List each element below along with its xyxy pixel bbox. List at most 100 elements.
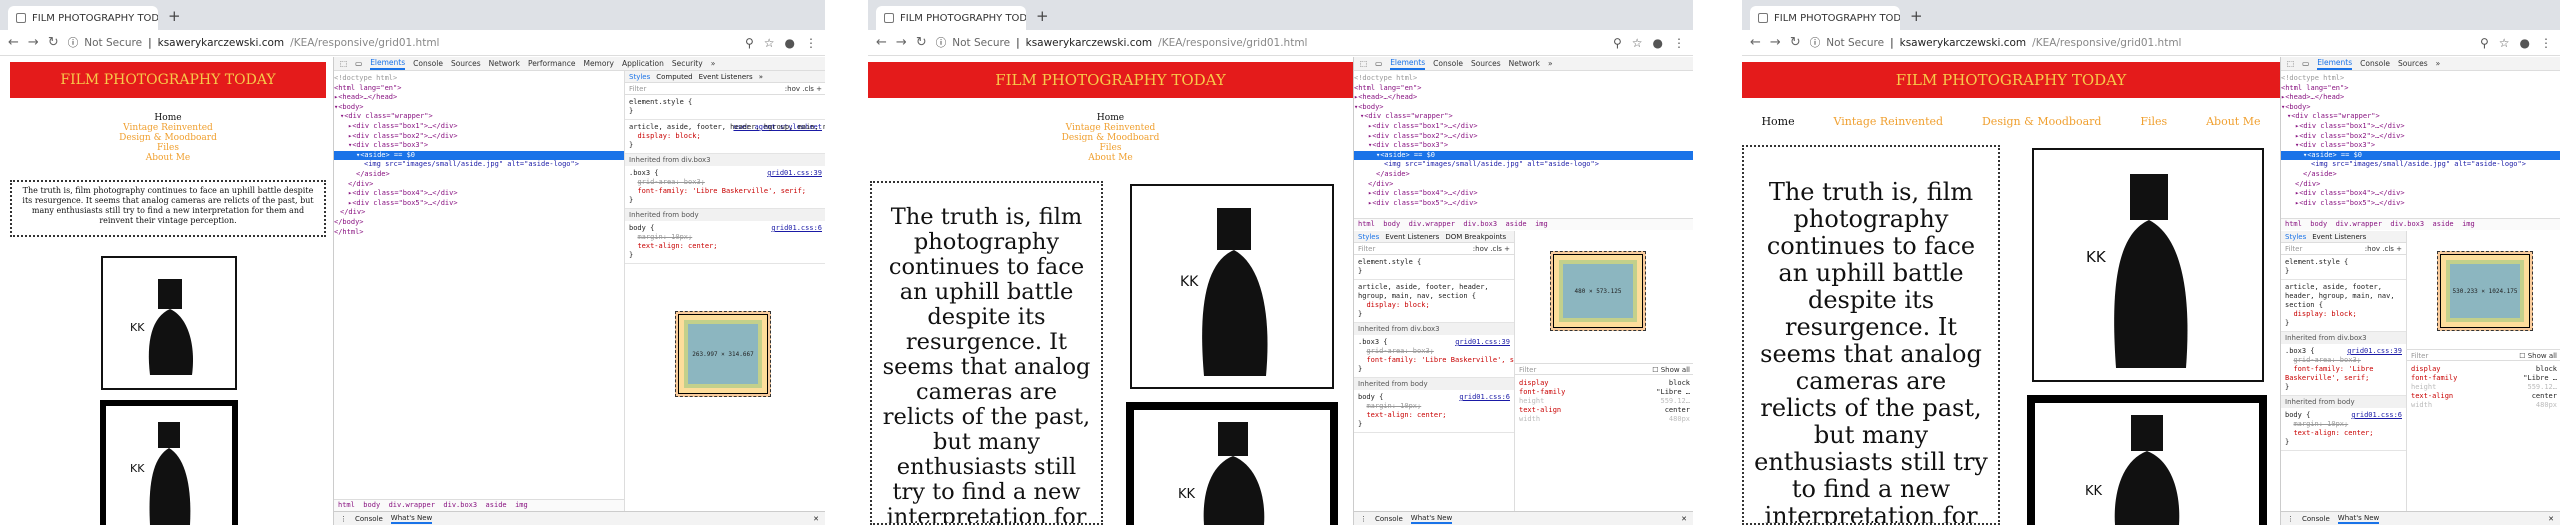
nav-home[interactable]: Home bbox=[10, 113, 326, 123]
dom-line[interactable]: ▸<div class="box2">…</div> bbox=[1354, 132, 1693, 142]
rule-box3[interactable]: grid01.css:39 .box3 { grid-area: box3; fo… bbox=[1354, 335, 1514, 378]
tab-styles[interactable]: Styles bbox=[629, 73, 650, 81]
nav-vintage[interactable]: Vintage Reinvented bbox=[10, 123, 326, 133]
tab-styles[interactable]: Styles bbox=[2285, 233, 2306, 241]
nav-about[interactable]: About Me bbox=[868, 153, 1353, 163]
drawer-menu-icon[interactable]: ⋮ bbox=[1360, 515, 1367, 523]
dom-line[interactable]: ▸<div class="box5">…</div> bbox=[1354, 199, 1693, 209]
dom-line[interactable]: </div> bbox=[2281, 180, 2560, 190]
dom-line[interactable]: <img src="images/small/aside.jpg" alt="a… bbox=[334, 160, 624, 170]
dom-line[interactable]: </aside> bbox=[2281, 170, 2560, 180]
back-icon[interactable]: ← bbox=[8, 35, 19, 50]
tab-network[interactable]: Network bbox=[489, 59, 520, 68]
dom-line[interactable]: </div> bbox=[334, 208, 624, 218]
nav-home[interactable]: Home bbox=[868, 113, 1353, 123]
forward-icon[interactable]: → bbox=[1770, 35, 1781, 50]
nav-vintage[interactable]: Vintage Reinvented bbox=[1834, 115, 1944, 128]
tab-console[interactable]: Console bbox=[413, 59, 443, 68]
crumb-wrapper[interactable]: div.wrapper bbox=[1409, 220, 1455, 228]
tab-sources[interactable]: Sources bbox=[451, 59, 481, 68]
drawer-tab-console[interactable]: Console bbox=[2302, 515, 2330, 523]
tab-event-listeners[interactable]: Event Listeners bbox=[2312, 233, 2366, 241]
computed-row[interactable]: font-family "Libre … bbox=[1519, 388, 1690, 397]
rule-element-style[interactable]: element.style {} bbox=[2281, 255, 2406, 280]
rule-body[interactable]: grid01.css:6 body { margin: 10px; text-al… bbox=[625, 221, 825, 264]
crumb-box3[interactable]: div.box3 bbox=[1463, 220, 1497, 228]
crumb-wrapper[interactable]: div.wrapper bbox=[2336, 220, 2382, 228]
dom-line[interactable]: <!doctype html> bbox=[2281, 74, 2560, 84]
nav-design[interactable]: Design & Moodboard bbox=[1982, 115, 2101, 128]
rule-element-style[interactable]: element.style {} bbox=[1354, 255, 1514, 280]
tab-more[interactable]: » bbox=[2436, 59, 2441, 68]
inspect-icon[interactable]: ⬚ bbox=[340, 59, 347, 68]
crumb-html[interactable]: html bbox=[1358, 220, 1375, 228]
styles-filter[interactable]: Filter:hov .cls + bbox=[625, 83, 825, 95]
close-drawer-icon[interactable]: ✕ bbox=[2548, 515, 2554, 523]
rule-body[interactable]: body { grid01.css:6 margin: 10px; text-a… bbox=[2281, 408, 2406, 451]
dom-line[interactable]: ▾<div class="wrapper"> bbox=[1354, 112, 1693, 122]
dom-line[interactable]: <img src="images/small/aside.jpg" alt="a… bbox=[1354, 160, 1693, 170]
crumb-aside[interactable]: aside bbox=[1506, 220, 1527, 228]
tab-more[interactable]: » bbox=[1548, 59, 1553, 68]
dom-line[interactable]: ▾<body> bbox=[2281, 103, 2560, 113]
avatar-icon[interactable]: ● bbox=[2520, 36, 2530, 50]
avatar-icon[interactable]: ● bbox=[1653, 36, 1663, 50]
computed-row[interactable]: width 480px bbox=[1519, 415, 1690, 424]
rule-element-style[interactable]: element.style {} bbox=[625, 95, 825, 120]
close-drawer-icon[interactable]: ✕ bbox=[1681, 515, 1687, 523]
dom-line-selected[interactable]: ▾<aside> == $0 bbox=[334, 150, 624, 161]
dom-line[interactable]: ▸<head>…</head> bbox=[2281, 93, 2560, 103]
nav-about[interactable]: About Me bbox=[2206, 115, 2260, 128]
tab-event-listeners[interactable]: Event Listeners bbox=[699, 73, 753, 81]
dom-line[interactable]: </html> bbox=[334, 228, 624, 238]
crumb-aside[interactable]: aside bbox=[486, 501, 507, 509]
drawer-tab-whats-new[interactable]: What's New bbox=[1410, 514, 1453, 524]
inspect-icon[interactable]: ⬚ bbox=[1360, 59, 1367, 68]
computed-row[interactable]: width 480px bbox=[2411, 401, 2557, 410]
dom-line[interactable]: </div> bbox=[334, 180, 624, 190]
search-icon[interactable]: ⚲ bbox=[2480, 36, 2489, 50]
computed-row[interactable]: text-align center bbox=[2411, 392, 2557, 401]
tab-network[interactable]: Network bbox=[1509, 59, 1540, 68]
drawer-tab-console[interactable]: Console bbox=[1375, 515, 1403, 523]
tab-elements[interactable]: Elements bbox=[370, 58, 406, 70]
drawer-tab-whats-new[interactable]: What's New bbox=[2337, 514, 2380, 524]
rule-box3[interactable]: .box3 { grid01.css:39 grid-area: box3; f… bbox=[2281, 344, 2406, 396]
computed-row[interactable]: display block bbox=[2411, 365, 2557, 374]
dom-line[interactable]: <html lang="en"> bbox=[1354, 84, 1693, 94]
new-tab-button[interactable]: + bbox=[1036, 7, 1049, 25]
crumb-body[interactable]: body bbox=[1383, 220, 1400, 228]
dom-line[interactable]: ▾<body> bbox=[1354, 103, 1693, 113]
crumb-html[interactable]: html bbox=[2285, 220, 2302, 228]
drawer-menu-icon[interactable]: ⋮ bbox=[2287, 515, 2294, 523]
rule-aside[interactable]: article, aside, footer, header, hgroup, … bbox=[2281, 280, 2406, 332]
computed-row[interactable]: text-align center bbox=[1519, 406, 1690, 415]
tab-more[interactable]: » bbox=[759, 73, 763, 81]
new-tab-button[interactable]: + bbox=[168, 7, 181, 25]
dom-line[interactable]: ▸<div class="box5">…</div> bbox=[2281, 199, 2560, 209]
tab-sources[interactable]: Sources bbox=[2398, 59, 2428, 68]
crumb-body[interactable]: body bbox=[2310, 220, 2327, 228]
browser-tab[interactable]: FILM PHOTOGRAPHY TODAY✕ bbox=[1750, 6, 1900, 30]
address-bar[interactable]: ⓘ Not Secure | ksawerykarczewski.com/KEA/re… bbox=[68, 35, 736, 50]
rule-box3[interactable]: grid01.css:39 .box3 { grid-area: box3; fo… bbox=[625, 166, 825, 209]
crumb-img[interactable]: img bbox=[515, 501, 528, 509]
computed-row[interactable]: font-family "Libre … bbox=[2411, 374, 2557, 383]
tab-security[interactable]: Security bbox=[672, 59, 703, 68]
search-icon[interactable]: ⚲ bbox=[745, 36, 754, 50]
reload-icon[interactable]: ↻ bbox=[1790, 35, 1801, 50]
dom-line[interactable]: ▾<body> bbox=[334, 103, 624, 113]
tab-styles[interactable]: Styles bbox=[1358, 233, 1379, 241]
tab-event-listeners[interactable]: Event Listeners bbox=[1385, 233, 1439, 241]
dom-line-selected[interactable]: ▾<aside> == $0 bbox=[2281, 150, 2560, 161]
dom-line[interactable]: ▸<div class="box1">…</div> bbox=[2281, 122, 2560, 132]
computed-row[interactable]: height 559.12… bbox=[2411, 383, 2557, 392]
menu-icon[interactable]: ⋮ bbox=[1673, 36, 1685, 50]
device-icon[interactable]: ▭ bbox=[1375, 59, 1382, 68]
crumb-img[interactable]: img bbox=[1535, 220, 1548, 228]
crumb-box3[interactable]: div.box3 bbox=[2390, 220, 2424, 228]
star-icon[interactable]: ☆ bbox=[764, 36, 775, 50]
star-icon[interactable]: ☆ bbox=[1632, 36, 1643, 50]
reload-icon[interactable]: ↻ bbox=[48, 35, 59, 50]
tab-console[interactable]: Console bbox=[1433, 59, 1463, 68]
